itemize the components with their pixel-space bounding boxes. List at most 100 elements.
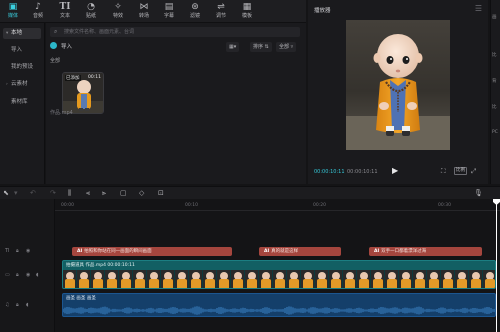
prop-tab-1[interactable]: 画 [492, 14, 497, 20]
film-frame [175, 270, 189, 288]
film-frame [91, 270, 105, 288]
adjust-icon: ⇌ [217, 2, 225, 12]
crop-icon: ⛶ [441, 167, 446, 175]
ruler-label: 00:20 [313, 203, 326, 208]
fullscreen-button[interactable]: ⤢ [471, 167, 476, 176]
tool-captions[interactable]: ▤ 字幕 [157, 2, 181, 21]
audio-track-icon: ♫ [5, 302, 10, 308]
film-frame [441, 270, 455, 288]
tool-text[interactable]: TI 文本 [53, 2, 77, 21]
ruler-label: 00:00 [61, 203, 74, 208]
undo-icon[interactable]: ↶ [30, 189, 36, 197]
total-timecode: 00:00:10:11 [347, 169, 378, 175]
media-source-nav: ▾ 本地 导入 我的预设 › 云素材 素材库 [0, 23, 45, 184]
marker-icon[interactable]: ◇ [139, 189, 144, 197]
player-title: 播放器 [314, 8, 331, 14]
captions-icon: ▤ [164, 2, 174, 12]
monk-preview-image [346, 20, 450, 150]
lock-icon[interactable]: 🔒︎ [16, 272, 19, 278]
fullscreen-icon: ⤢ [471, 167, 477, 175]
film-frame [189, 270, 203, 288]
tool-media[interactable]: ▣ 媒体 [1, 2, 25, 21]
text-track-icon: TI [5, 248, 10, 254]
thumb-duration: 00:11 [88, 75, 101, 80]
template-icon: ▦ [242, 2, 252, 12]
film-frame [245, 270, 259, 288]
fit-view-button[interactable]: ⛶ [441, 167, 446, 176]
text-clip[interactable]: AI 双手一口都着漂洋过海 [369, 247, 482, 256]
view-mode-button[interactable]: ▦▾ [226, 42, 240, 52]
film-frame [385, 270, 399, 288]
transition-icon: ⋈ [139, 2, 149, 12]
audio-icon: ♪ [35, 2, 41, 12]
import-button[interactable]: 导入 [50, 42, 72, 52]
tool-template[interactable]: ▦ 模板 [235, 2, 259, 21]
audio-mute-icon[interactable]: ◖ [36, 272, 39, 278]
playhead[interactable] [496, 199, 497, 332]
nav-item-library[interactable]: 素材库 [3, 97, 41, 108]
search-input[interactable]: ⌕ 搜索文件名称、画面元素、台词 [50, 27, 300, 37]
lock-icon[interactable]: 🔒︎ [16, 248, 19, 254]
film-frame [259, 270, 273, 288]
film-frame [399, 270, 413, 288]
video-track-icon: ▭ [5, 272, 10, 278]
select-tool-icon[interactable]: ⬉ [3, 189, 9, 197]
dropdown-icon[interactable]: ▾ [14, 189, 18, 197]
tool-transition[interactable]: ⋈ 转场 [132, 2, 156, 21]
effects-icon: ✧ [114, 2, 122, 12]
film-frame [77, 270, 91, 288]
time-ruler[interactable]: 00:00 00:10 00:20 00:30 [55, 199, 500, 211]
film-frame [301, 270, 315, 288]
nav-item-my-presets[interactable]: 我的预设 [3, 62, 41, 73]
import-icon [50, 42, 57, 49]
prop-tab-2[interactable]: 比 [492, 52, 497, 58]
section-label-all: 全部 [50, 58, 61, 64]
prop-tab-4[interactable]: 比 [492, 104, 497, 110]
redo-icon[interactable]: ↷ [50, 189, 56, 197]
film-frame [343, 270, 357, 288]
sort-button[interactable]: 排序 ⇅ [250, 42, 272, 52]
tool-adjust[interactable]: ⇌ 调节 [209, 2, 233, 21]
film-frame [427, 270, 441, 288]
audio-clip[interactable]: 画圣 画圣 画圣 [62, 293, 496, 317]
audio-waveform [63, 306, 495, 315]
filter-button[interactable]: 全部 ▿ [276, 42, 297, 52]
film-frame [161, 270, 175, 288]
eye-icon[interactable]: ◉ [26, 272, 30, 278]
prop-tab-5[interactable]: PC [492, 130, 498, 135]
video-clip[interactable]: 拍摄道具 作品.mp4 00:00:10:11 [62, 260, 496, 289]
microphone-icon[interactable]: 🎙 [474, 189, 483, 197]
split-right-icon[interactable]: ⫸ [102, 189, 106, 198]
tool-audio[interactable]: ♪ 音频 [26, 2, 50, 21]
lock-icon[interactable]: 🔒︎ [16, 302, 19, 308]
menu-icon[interactable]: ☰ [475, 4, 482, 13]
media-thumbnail[interactable]: 已添加 00:11 [62, 72, 104, 114]
film-frame [133, 270, 147, 288]
video-preview[interactable] [346, 20, 450, 150]
filter-icon: ⊛ [191, 2, 199, 12]
tool-effects[interactable]: ✧ 特效 [106, 2, 130, 21]
chevron-right-icon: › [6, 82, 8, 87]
text-clip[interactable]: AI 拍照和你站在同一画面的瞬间画面 [72, 247, 232, 256]
film-frame [273, 270, 287, 288]
delete-icon[interactable]: ▢ [120, 189, 127, 197]
ratio-button[interactable]: 比例 [454, 167, 467, 175]
text-icon: TI [59, 2, 71, 12]
prop-tab-3[interactable]: 背 [492, 78, 497, 84]
film-frame [455, 270, 469, 288]
split-icon[interactable]: ⫼ [68, 189, 71, 198]
split-left-icon[interactable]: ⫷ [86, 189, 90, 198]
track-headers: TI 🔒︎ ◉ ▭ 🔒︎ ◉ ◖ ♫ 🔒︎ ◖ [0, 199, 55, 332]
freeze-frame-icon[interactable]: ⊡ [158, 189, 164, 197]
tool-filter[interactable]: ⊛ 滤镜 [183, 2, 207, 21]
tool-sticker[interactable]: ◔ 贴纸 [79, 2, 103, 21]
nav-item-import[interactable]: 导入 [3, 45, 41, 56]
speaker-icon[interactable]: ◖ [26, 302, 29, 308]
play-button[interactable]: ▶ [392, 166, 398, 175]
text-clip[interactable]: AI 真的就是这样 [259, 247, 341, 256]
nav-item-local[interactable]: ▾ 本地 [3, 28, 41, 39]
nav-item-cloud[interactable]: › 云素材 [3, 79, 41, 90]
chevron-down-icon: ▾ [6, 31, 9, 36]
media-panel: ⌕ 搜索文件名称、画面元素、台词 导入 ▦▾ 排序 ⇅ 全部 ▿ 全部 已添加 … [46, 23, 306, 184]
eye-icon[interactable]: ◉ [26, 248, 30, 254]
